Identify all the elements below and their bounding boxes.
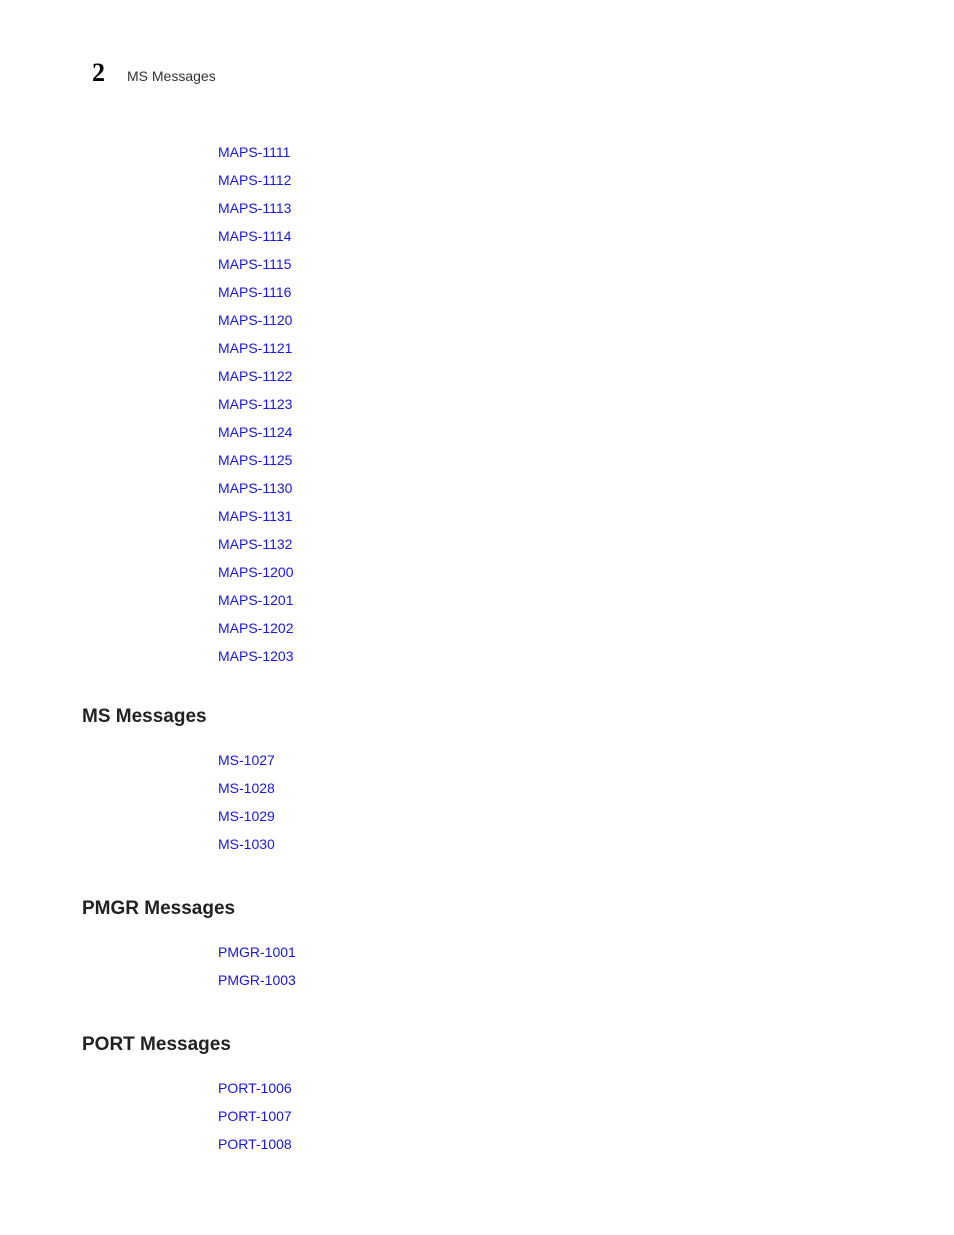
section-link-list: MS-1027MS-1028MS-1029MS-1030 xyxy=(218,746,954,858)
section-link[interactable]: MS-1029 xyxy=(218,802,954,830)
section-link[interactable]: PMGR-1001 xyxy=(218,938,954,966)
section-link[interactable]: PORT-1007 xyxy=(218,1102,954,1130)
maps-link[interactable]: MAPS-1124 xyxy=(218,418,954,446)
section-link[interactable]: PMGR-1003 xyxy=(218,966,954,994)
section-heading: PORT Messages xyxy=(82,1034,954,1056)
maps-link[interactable]: MAPS-1202 xyxy=(218,614,954,642)
maps-link[interactable]: MAPS-1122 xyxy=(218,362,954,390)
maps-link[interactable]: MAPS-1112 xyxy=(218,166,954,194)
maps-link[interactable]: MAPS-1132 xyxy=(218,530,954,558)
maps-link[interactable]: MAPS-1130 xyxy=(218,474,954,502)
maps-link[interactable]: MAPS-1201 xyxy=(218,586,954,614)
chapter-title: MS Messages xyxy=(127,68,216,84)
maps-link[interactable]: MAPS-1131 xyxy=(218,502,954,530)
section-heading: MS Messages xyxy=(82,706,954,728)
maps-link[interactable]: MAPS-1120 xyxy=(218,306,954,334)
maps-link[interactable]: MAPS-1115 xyxy=(218,250,954,278)
maps-link[interactable]: MAPS-1125 xyxy=(218,446,954,474)
maps-link[interactable]: MAPS-1200 xyxy=(218,558,954,586)
section-link-list: PMGR-1001PMGR-1003 xyxy=(218,938,954,994)
maps-link[interactable]: MAPS-1116 xyxy=(218,278,954,306)
section-link[interactable]: MS-1030 xyxy=(218,830,954,858)
maps-link[interactable]: MAPS-1121 xyxy=(218,334,954,362)
maps-link[interactable]: MAPS-1123 xyxy=(218,390,954,418)
section-link[interactable]: MS-1027 xyxy=(218,746,954,774)
page-header: 2 MS Messages xyxy=(92,58,216,88)
maps-link[interactable]: MAPS-1113 xyxy=(218,194,954,222)
section-heading: PMGR Messages xyxy=(82,898,954,920)
section-link-list: PORT-1006PORT-1007PORT-1008 xyxy=(218,1074,954,1158)
page: 2 MS Messages MAPS-1111MAPS-1112MAPS-111… xyxy=(0,0,954,1235)
maps-link-list: MAPS-1111MAPS-1112MAPS-1113MAPS-1114MAPS… xyxy=(218,138,954,670)
section-link[interactable]: PORT-1006 xyxy=(218,1074,954,1102)
maps-link[interactable]: MAPS-1114 xyxy=(218,222,954,250)
section-link[interactable]: MS-1028 xyxy=(218,774,954,802)
page-content: MAPS-1111MAPS-1112MAPS-1113MAPS-1114MAPS… xyxy=(0,138,954,1158)
maps-link[interactable]: MAPS-1111 xyxy=(218,138,954,166)
section-link[interactable]: PORT-1008 xyxy=(218,1130,954,1158)
chapter-number: 2 xyxy=(92,58,105,88)
maps-link[interactable]: MAPS-1203 xyxy=(218,642,954,670)
